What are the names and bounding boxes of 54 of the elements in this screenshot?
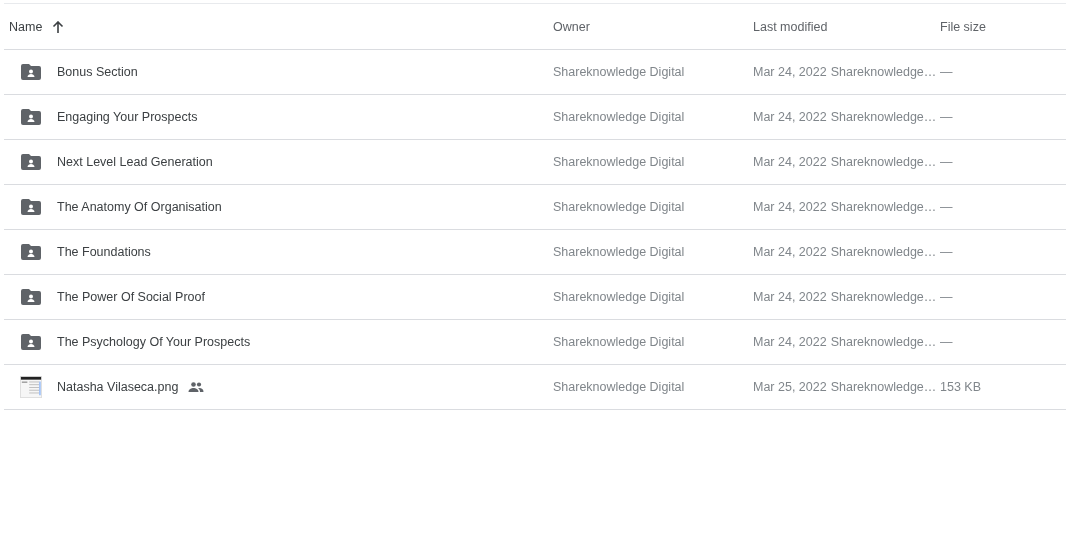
column-header[interactable]: Last modified — [753, 19, 828, 34]
file-name[interactable]: The Power Of Social Proof — [57, 290, 205, 304]
modified-date: Mar 24, 2022 — [753, 200, 827, 214]
owner-cell-text: Shareknowledge Digital — [553, 290, 686, 304]
modified-by: Shareknowledge… — [830, 380, 937, 394]
modified-date: Mar 24, 2022 — [753, 335, 827, 349]
modified-date: Mar 24, 2022 — [753, 155, 827, 169]
modified-date: Mar 24, 2022 — [753, 65, 827, 79]
shared-folder-icon — [21, 154, 41, 170]
modified-date: Mar 25, 2022 — [753, 380, 827, 394]
file-name[interactable]: Natasha Vilaseca.png — [57, 380, 179, 394]
modified-by: Shareknowledge… — [830, 290, 937, 304]
file-size: — — [940, 155, 954, 169]
modified-by: Shareknowledge… — [830, 110, 937, 124]
column-header[interactable]: File size — [940, 19, 986, 34]
owner-cell-text: Shareknowledge Digital — [553, 245, 686, 259]
shared-folder-icon — [21, 199, 41, 215]
column-header[interactable]: Name — [9, 19, 43, 34]
sort-up-arrow-icon[interactable] — [52, 20, 65, 33]
shared-folder-icon — [21, 244, 41, 260]
shared-folder-icon — [21, 109, 41, 125]
shared-folder-icon — [21, 334, 41, 350]
image-thumbnail-icon — [20, 375, 42, 399]
modified-by: Shareknowledge… — [830, 245, 937, 259]
owner-cell-text: Shareknowledge Digital — [553, 200, 686, 214]
file-name[interactable]: Next Level Lead Generation — [57, 155, 213, 169]
people-icon — [188, 382, 205, 392]
file-size: — — [940, 110, 954, 124]
file-name[interactable]: The Psychology Of Your Prospects — [57, 335, 251, 349]
shared-folder-icon — [21, 64, 41, 80]
modified-by: Shareknowledge… — [830, 155, 937, 169]
file-size: — — [940, 245, 954, 259]
modified-by: Shareknowledge… — [830, 335, 937, 349]
modified-date: Mar 24, 2022 — [753, 245, 827, 259]
file-name[interactable]: The Anatomy Of Organisation — [57, 200, 222, 214]
file-size: — — [940, 65, 954, 79]
file-name[interactable]: Engaging Your Prospects — [57, 110, 198, 124]
owner-cell-text: Shareknowledge Digital — [553, 380, 686, 394]
modified-date: Mar 24, 2022 — [753, 290, 827, 304]
owner-cell-text: Shareknowledge Digital — [553, 110, 686, 124]
modified-by: Shareknowledge… — [830, 200, 937, 214]
owner-cell-text: Shareknowledge Digital — [553, 65, 686, 79]
file-name[interactable]: Bonus Section — [57, 65, 138, 79]
file-size: 153 KB — [940, 380, 982, 394]
column-header[interactable]: Owner — [553, 19, 590, 34]
owner-cell-text: Shareknowledge Digital — [553, 335, 686, 349]
modified-by: Shareknowledge… — [830, 65, 937, 79]
file-size: — — [940, 335, 954, 349]
file-size: — — [940, 290, 954, 304]
file-name[interactable]: The Foundations — [57, 245, 151, 259]
modified-date: Mar 24, 2022 — [753, 110, 827, 124]
owner-cell-text: Shareknowledge Digital — [553, 155, 686, 169]
file-size: — — [940, 200, 954, 214]
shared-folder-icon — [21, 289, 41, 305]
